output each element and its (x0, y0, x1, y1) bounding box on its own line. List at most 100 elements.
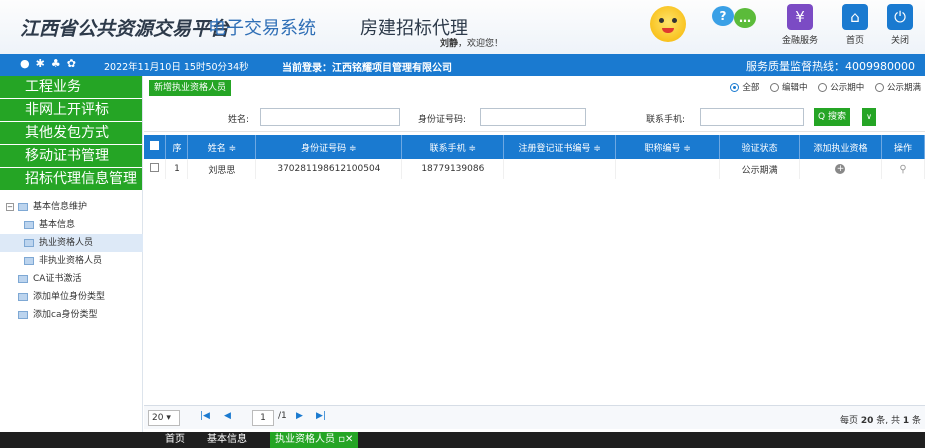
close-button[interactable]: ⏻ 关闭 (880, 4, 920, 46)
users-icon[interactable]: ♣ (51, 57, 67, 70)
tree-item-add-ca-type[interactable]: 添加ca身份类型 (0, 306, 143, 324)
filter-notice-ended[interactable]: 公示期满 (874, 83, 921, 93)
nav-mobile-cert[interactable]: 移动证书管理 (0, 145, 142, 168)
cell-add-qual[interactable]: + (799, 159, 882, 179)
file-icon (24, 256, 34, 265)
checkbox-icon[interactable] (150, 141, 160, 150)
cell-index: 1 (165, 159, 189, 179)
tree-label: 执业资格人员 (39, 238, 94, 248)
tree-item-ca-activate[interactable]: CA证书激活 (0, 270, 143, 288)
col-cert[interactable]: 注册登记证书编号 ≑ (503, 135, 617, 159)
search-icon[interactable]: ⚲ (899, 164, 906, 175)
header: 江西省公共资源交易平台 电子交易系统 房建招标代理 刘静，欢迎您！ ?… ¥ 金… (0, 0, 925, 54)
tab-basic-info[interactable]: 基本信息 (202, 432, 252, 448)
table-header-row: 序 姓名 ≑ 身份证号码 ≑ 联系手机 ≑ 注册登记证书编号 ≑ 职称编号 ≑ … (144, 135, 925, 159)
filter-editing[interactable]: 编辑中 (770, 83, 808, 93)
tree-item-basic-info[interactable]: 基本信息 (0, 216, 143, 234)
select-all[interactable] (144, 135, 167, 159)
col-id[interactable]: 身份证号码 ≑ (255, 135, 403, 159)
radio-icon[interactable] (818, 83, 828, 92)
chat-icon[interactable]: ● (20, 57, 36, 70)
chevron-down-icon[interactable]: ∨ (862, 108, 876, 126)
tree-label: 添加ca身份类型 (33, 310, 98, 320)
filter-label: 公示期中 (830, 83, 865, 93)
col-name[interactable]: 姓名 ≑ (187, 135, 257, 159)
col-title[interactable]: 职称编号 ≑ (615, 135, 721, 159)
col-index: 序 (165, 135, 189, 159)
main-panel: 新增执业资格人员 全部 编辑中 公示期中 公示期满 姓名: 身份证号码: 联系手… (144, 76, 925, 432)
radio-icon[interactable] (770, 83, 780, 92)
tree-label: 基本信息维护 (33, 202, 88, 212)
collapse-icon[interactable]: − (6, 202, 14, 211)
info-prefix: 每页 (840, 416, 861, 426)
phone-input[interactable] (700, 108, 804, 126)
prev-page-icon[interactable]: ◀ (224, 411, 231, 421)
page-info: 每页 20 条, 共 1 条 (840, 413, 921, 426)
staff-table: 序 姓名 ≑ 身份证号码 ≑ 联系手机 ≑ 注册登记证书编号 ≑ 职称编号 ≑ … (144, 135, 925, 179)
cell-name: 刘思思 (187, 159, 257, 179)
checkbox-icon[interactable] (150, 163, 160, 172)
total-pages: /1 (278, 411, 287, 421)
cell-title (615, 159, 721, 179)
close-icon[interactable]: ✕ (345, 434, 353, 445)
nav-offline-bid[interactable]: 非网上开评标 (0, 99, 142, 122)
home-icon: ⌂ (842, 4, 868, 30)
filter-in-notice[interactable]: 公示期中 (818, 83, 864, 93)
home-button[interactable]: ⌂ 首页 (835, 4, 875, 46)
filter-label: 编辑中 (782, 83, 808, 93)
id-input[interactable] (480, 108, 586, 126)
folder-icon (18, 202, 28, 211)
filter-label: 公示期满 (886, 83, 921, 93)
name-input[interactable] (260, 108, 400, 126)
welcome-user: 刘静 (440, 39, 459, 49)
nav-agency-info[interactable]: 招标代理信息管理 (0, 168, 142, 191)
page-size-select[interactable]: 20 ▾ (148, 410, 180, 426)
row-select[interactable] (144, 159, 167, 179)
finance-button[interactable]: ¥ 金融服务 (780, 4, 820, 46)
next-page-icon[interactable]: ▶ (296, 411, 303, 421)
page-size-value: 20 (152, 413, 164, 423)
restore-icon[interactable]: ▫ (338, 434, 345, 445)
search-button[interactable]: Q 搜索 (814, 108, 850, 126)
status-filter: 全部 编辑中 公示期中 公示期满 (722, 81, 921, 93)
close-label: 关闭 (890, 36, 909, 46)
platform-title: 江西省公共资源交易平台 (20, 18, 230, 40)
left-nav: 工程业务 非网上开评标 其他发包方式 移动证书管理 招标代理信息管理 − 基本信息… (0, 76, 143, 448)
nav-other-contract[interactable]: 其他发包方式 (0, 122, 142, 145)
last-page-icon[interactable]: ▶| (316, 411, 326, 421)
login-label: 当前登录： (282, 63, 332, 74)
help-chat-icon[interactable]: ?… (712, 6, 760, 28)
gear-icon[interactable]: ✱ (36, 57, 51, 70)
tree-item-add-unit-type[interactable]: 添加单位身份类型 (0, 288, 143, 306)
page-number-input[interactable]: 1 (252, 410, 274, 426)
radio-icon[interactable] (730, 83, 740, 92)
file-icon (18, 274, 28, 283)
filter-label: 全部 (742, 83, 760, 93)
phone-label: 联系手机: (646, 115, 686, 125)
mascot-icon (650, 6, 686, 42)
file-icon (18, 310, 28, 319)
tab-qualified-staff[interactable]: 执业资格人员 ▫✕ (270, 432, 359, 448)
cell-phone: 18779139086 (401, 159, 505, 179)
add-circle-icon[interactable]: + (835, 164, 846, 174)
first-page-icon[interactable]: |◀ (200, 411, 210, 421)
table-row[interactable]: 1 刘思思 370281198612100504 18779139086 公示期… (144, 159, 925, 179)
tab-home[interactable]: 首页 (160, 432, 190, 448)
filter-all[interactable]: 全部 (730, 83, 759, 93)
tree-item-basic-maintenance[interactable]: − 基本信息维护 (0, 198, 143, 216)
tab-bar: 首页 基本信息 执业资格人员 ▫✕ (0, 432, 925, 448)
finance-icon: ¥ (787, 4, 813, 30)
tree-label: 基本信息 (39, 220, 76, 230)
col-phone[interactable]: 联系手机 ≑ (401, 135, 505, 159)
file-icon (18, 292, 28, 301)
cell-status: 公示期满 (719, 159, 801, 179)
login-company: 江西铭耀项目管理有限公司 (332, 63, 452, 74)
cell-action[interactable]: ⚲ (881, 159, 925, 179)
settings-icon[interactable]: ✿ (67, 57, 82, 70)
tree-item-nonqualified-staff[interactable]: 非执业资格人员 (0, 252, 143, 270)
nav-engineering[interactable]: 工程业务 (0, 76, 142, 99)
tree-label: CA证书激活 (33, 274, 82, 284)
radio-icon[interactable] (874, 83, 884, 92)
add-qualified-staff-button[interactable]: 新增执业资格人员 (149, 80, 232, 96)
tree-item-qualified-staff[interactable]: 执业资格人员 (0, 234, 143, 252)
